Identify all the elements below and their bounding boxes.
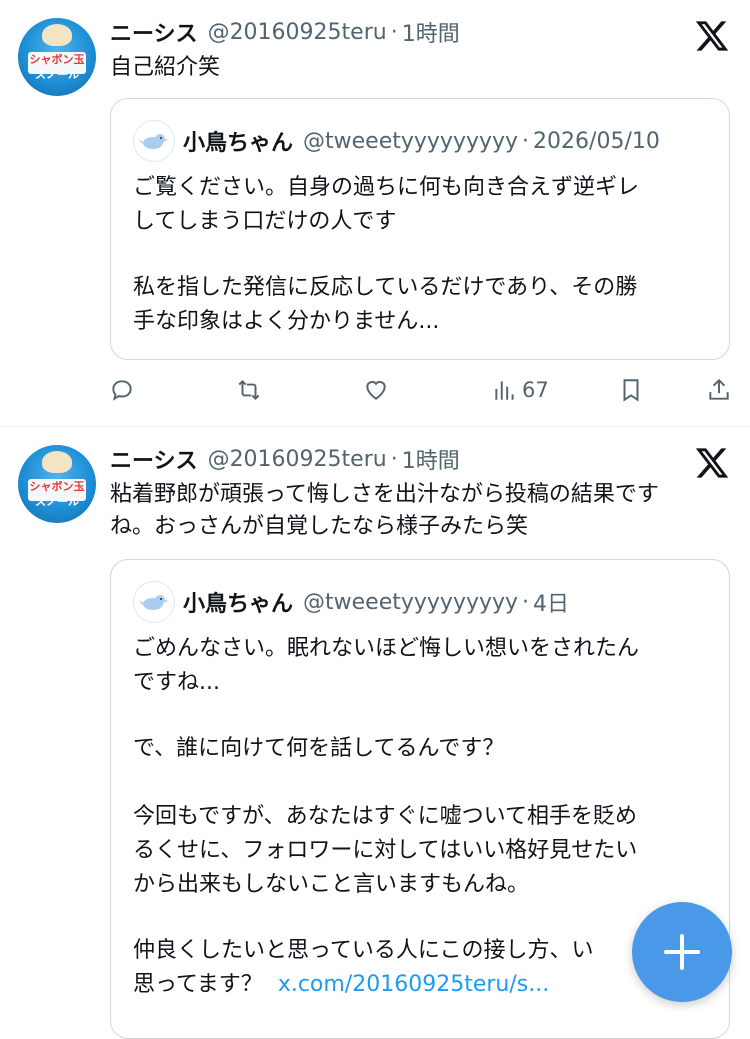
tweet-header: ニーシス @20160925teru · 1時間 — [110, 443, 460, 475]
avatar-text-top: シャボン玉 — [29, 480, 85, 493]
tweet-time[interactable]: 1時間 — [402, 16, 460, 48]
bird-icon — [139, 595, 168, 610]
tweet-2[interactable]: シャボン玉 スノール ニーシス @20160925teru · 1時間 粘着野郎… — [0, 427, 750, 1039]
quoted-paragraph: 私を指した発信に反応しているだけであり、その勝 手な印象はよく分かりません... — [133, 275, 638, 334]
quoted-paragraph: で、誰に向けて何を話してるんです？ — [133, 736, 505, 761]
bookmark-button[interactable] — [618, 370, 644, 410]
x-logo-icon[interactable] — [694, 445, 730, 481]
bird-icon — [139, 134, 168, 149]
quoted-tweet[interactable]: 小鳥ちゃん @tweeetyyyyyyyyy · 2026/05/10 ご覧くだ… — [110, 98, 730, 360]
author-avatar[interactable]: シャボン玉 スノール — [18, 18, 96, 96]
views-count: 67 — [522, 378, 549, 402]
reply-button[interactable] — [109, 370, 135, 410]
quoted-date: 4日 — [533, 592, 570, 617]
quoted-date: 2026/05/10 — [533, 128, 660, 154]
separator-dot: · — [522, 589, 530, 615]
tweet-header: ニーシス @20160925teru · 1時間 — [110, 16, 460, 48]
like-icon — [366, 380, 386, 400]
avatar-text-bottom: スノール — [35, 68, 79, 81]
quoted-last-line: 思ってます？ x.com/20160925teru/s... — [133, 968, 707, 1002]
like-button[interactable] — [363, 370, 389, 410]
reply-icon — [112, 380, 132, 401]
separator-dot: · — [390, 446, 398, 472]
quoted-header: 小鳥ちゃん @tweeetyyyyyyyyy · 2026/05/10 — [133, 120, 660, 162]
bookmark-icon — [623, 379, 639, 402]
quoted-last-text: 思ってます？ — [133, 972, 263, 997]
avatar-character — [42, 24, 72, 46]
quoted-paragraph: ご覧ください。自身の過ちに何も向き合えず逆ギレ してしまう口だけの人です — [133, 175, 640, 234]
avatar-text-bottom: スノール — [35, 495, 79, 508]
quoted-paragraph: ごめんなさい。眠れないほど悔しい想いをされたん ですね... — [133, 636, 640, 695]
views-button[interactable]: 67 — [492, 370, 549, 410]
tweet-text: 自己紹介笑 — [110, 55, 221, 80]
avatar-character — [42, 451, 72, 473]
author-name[interactable]: ニーシス — [110, 16, 198, 48]
separator-dot: · — [390, 19, 398, 45]
compose-button[interactable] — [632, 902, 732, 1002]
quoted-link[interactable]: x.com/20160925teru/s... — [278, 972, 549, 997]
plus-icon — [664, 934, 700, 970]
quoted-paragraph: 今回もですが、あなたはすぐに嘘ついて相手を貶め るくせに、フォロワーに対してはい… — [133, 804, 638, 897]
views-icon — [495, 381, 514, 400]
tweet-actions: 67 — [0, 370, 750, 410]
separator-dot: · — [522, 128, 530, 154]
quoted-header: 小鳥ちゃん @tweeetyyyyyyyyy · 4日 — [133, 581, 570, 623]
quoted-author-name[interactable]: 小鳥ちゃん — [183, 586, 293, 618]
tweet-1[interactable]: シャボン玉 スノール ニーシス @20160925teru · 1時間 自己紹介… — [0, 0, 750, 426]
quoted-avatar[interactable] — [133, 120, 175, 162]
share-button[interactable] — [706, 370, 732, 410]
share-icon — [709, 378, 729, 400]
tweet-text: 粘着野郎が頑張って悔しさを出汁ながら投稿の結果です ね。おっさんが自覚したなら様… — [110, 482, 659, 539]
author-handle[interactable]: @20160925teru — [208, 447, 387, 472]
author-name[interactable]: ニーシス — [110, 443, 198, 475]
quoted-author-name[interactable]: 小鳥ちゃん — [183, 125, 293, 157]
retweet-button[interactable] — [236, 370, 262, 410]
avatar-text-top: シャボン玉 — [29, 53, 85, 66]
retweet-icon — [238, 379, 260, 401]
tweet-time[interactable]: 1時間 — [402, 443, 460, 475]
quoted-author-handle[interactable]: @tweeetyyyyyyyyy — [303, 590, 518, 615]
quoted-paragraph: 仲良くしたいと思っている人にこの接し方、い — [133, 938, 594, 963]
quoted-avatar[interactable] — [133, 581, 175, 623]
author-avatar[interactable]: シャボン玉 スノール — [18, 445, 96, 523]
author-handle[interactable]: @20160925teru — [208, 20, 387, 45]
quoted-author-handle[interactable]: @tweeetyyyyyyyyy — [303, 129, 518, 154]
x-logo-icon[interactable] — [694, 18, 730, 54]
